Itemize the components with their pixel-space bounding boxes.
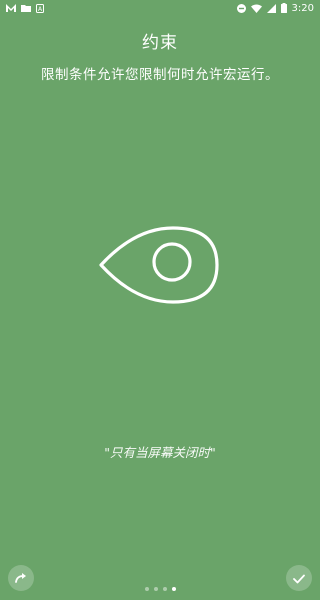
sim-a-icon: A bbox=[36, 3, 44, 13]
wifi-icon bbox=[250, 4, 262, 13]
eye-location-icon bbox=[95, 220, 225, 310]
page-title: 约束 bbox=[142, 33, 178, 53]
page-dot-active bbox=[171, 587, 176, 591]
page-dot bbox=[144, 587, 149, 591]
dnd-icon bbox=[236, 3, 246, 13]
app-m-icon bbox=[6, 4, 16, 12]
redo-arrow-icon bbox=[14, 569, 28, 588]
status-time: 3:20 bbox=[291, 2, 314, 14]
done-button[interactable] bbox=[286, 565, 312, 591]
page-subtitle: 限制条件允许您限制何时允许宏运行。 bbox=[41, 67, 279, 83]
page-indicator bbox=[0, 587, 320, 591]
folder-icon bbox=[21, 4, 31, 12]
battery-icon bbox=[280, 3, 287, 13]
cellular-icon bbox=[266, 3, 276, 13]
svg-text:A: A bbox=[38, 6, 43, 13]
constraint-example-quote: "只有当屏幕关闭时" bbox=[104, 445, 216, 460]
status-bar-right: 3:20 bbox=[236, 0, 314, 16]
status-bar-left: A bbox=[6, 0, 44, 16]
page-dot bbox=[153, 587, 158, 591]
check-icon bbox=[293, 569, 305, 588]
page-dot bbox=[162, 587, 167, 591]
status-bar: A 3:20 bbox=[0, 0, 320, 16]
